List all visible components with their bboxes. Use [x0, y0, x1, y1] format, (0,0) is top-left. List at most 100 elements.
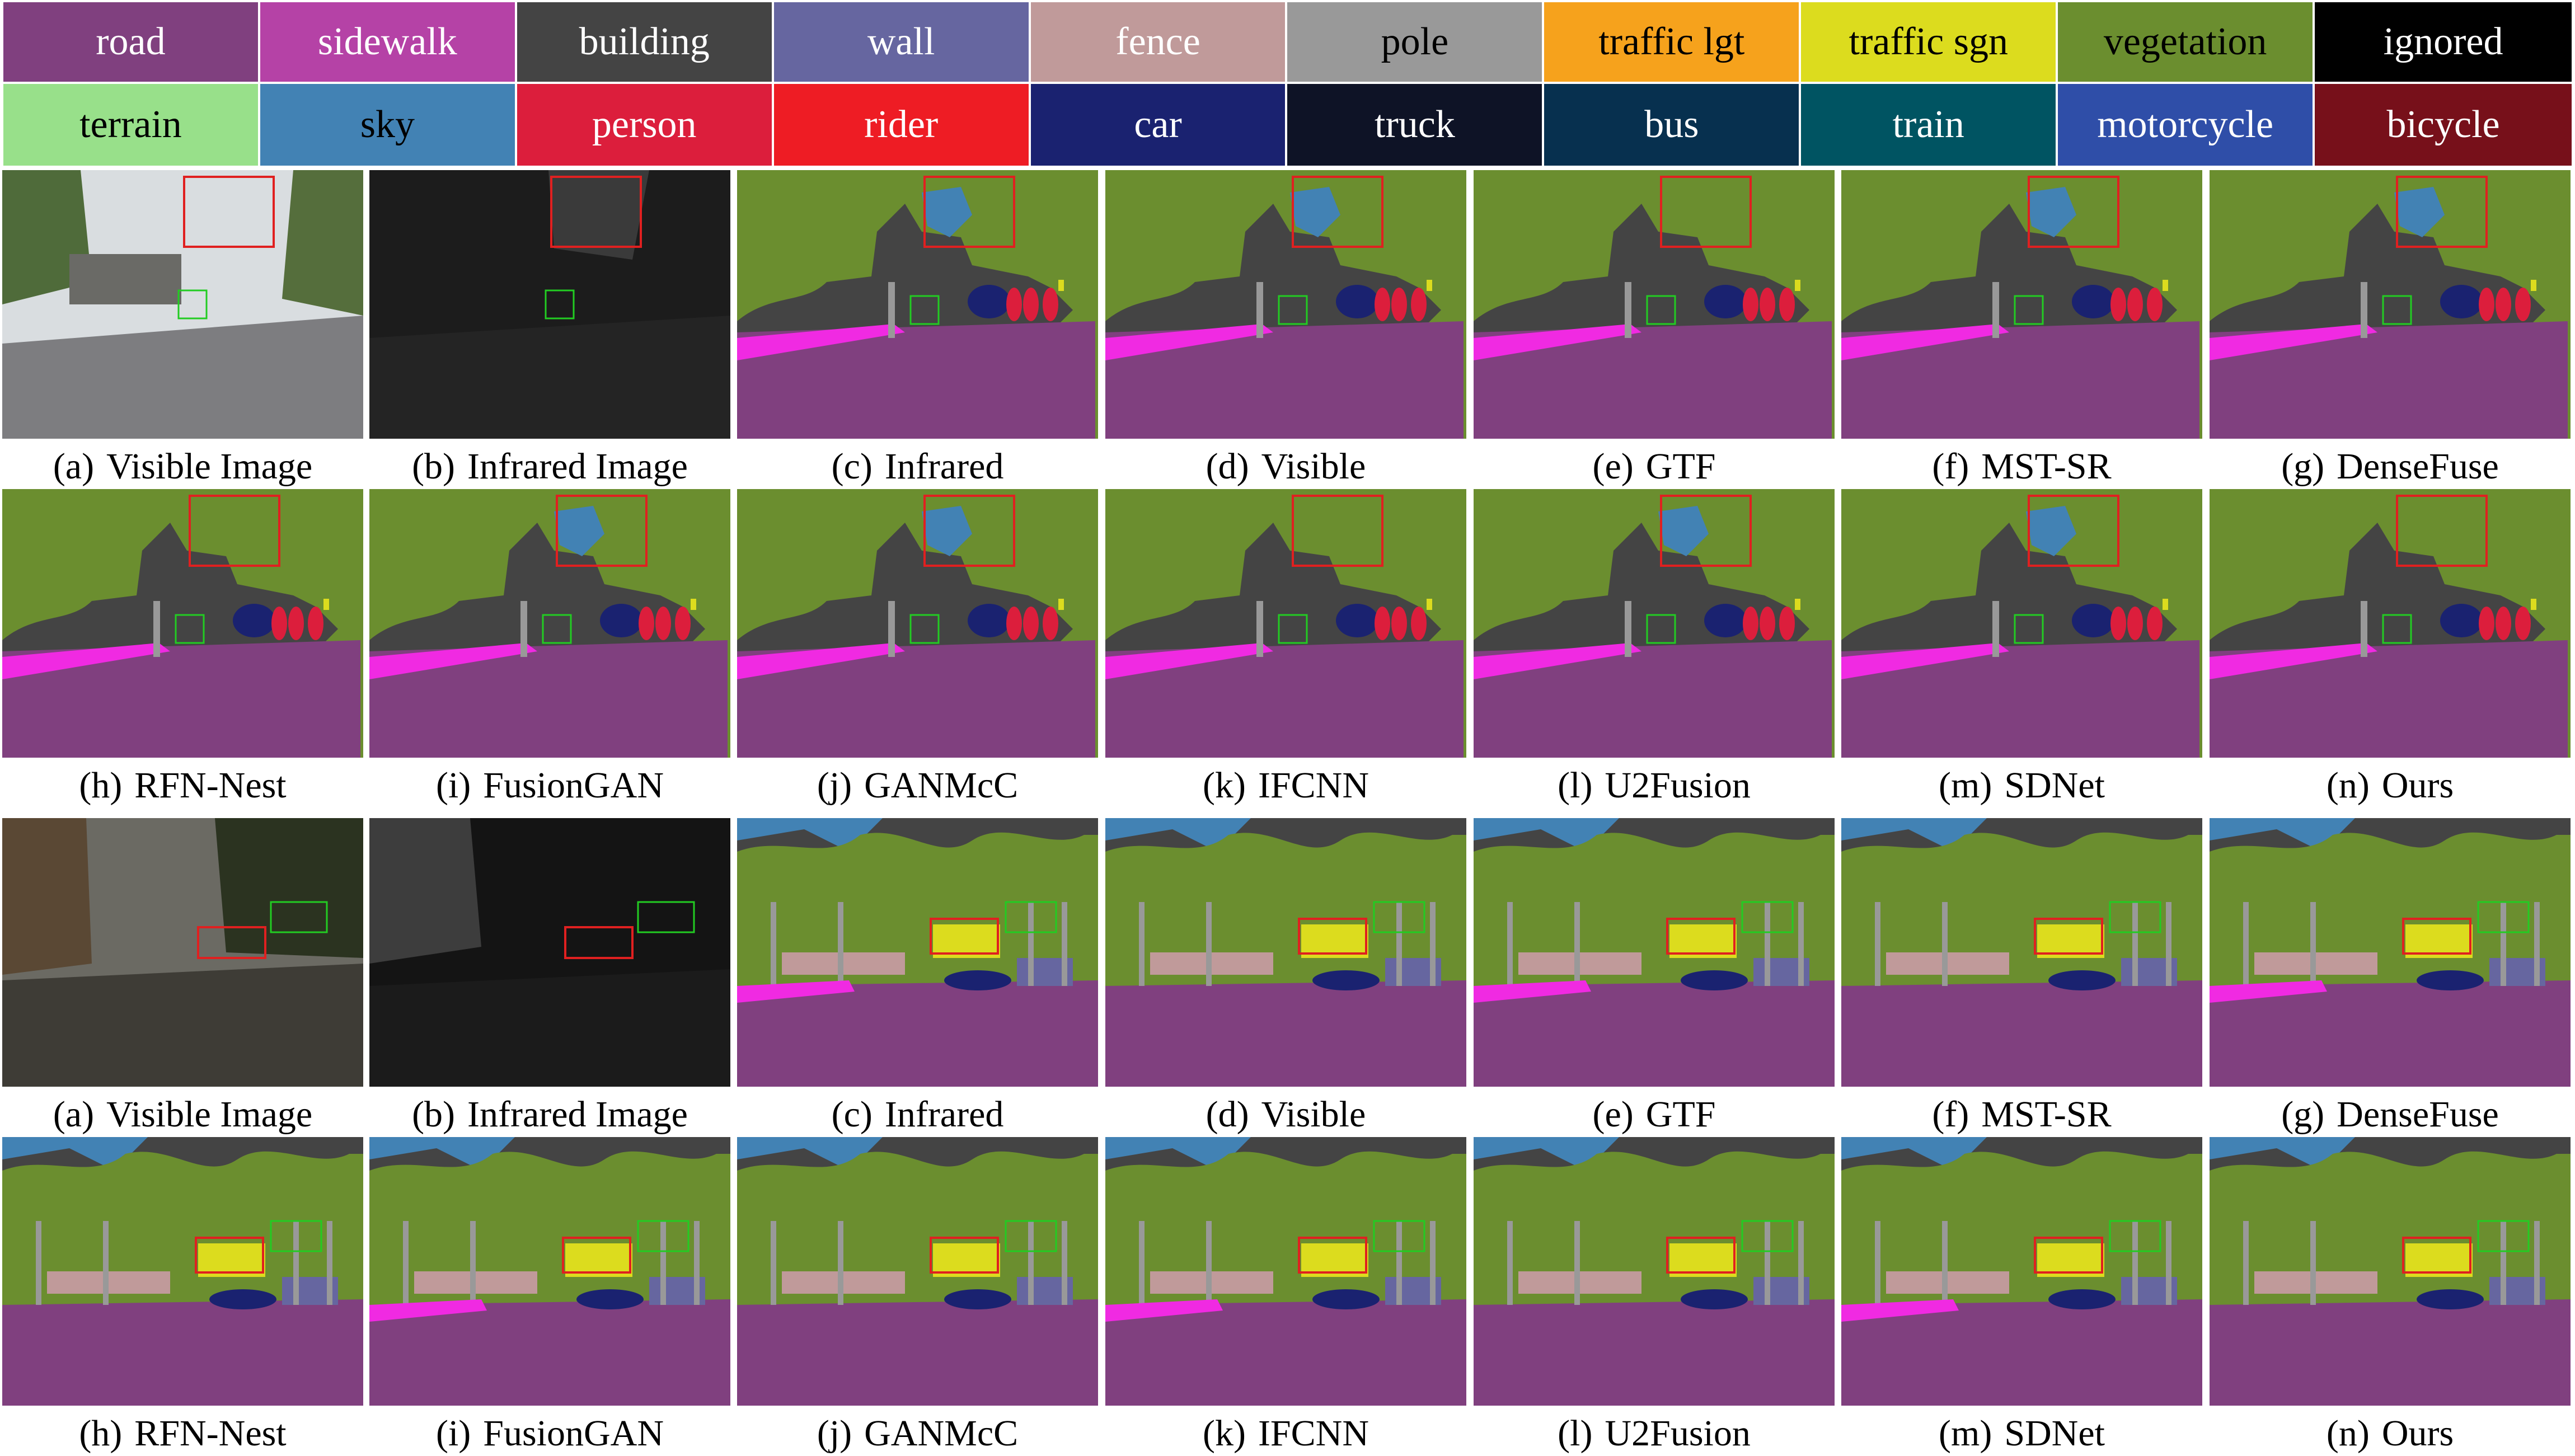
segmentation-map	[369, 489, 730, 758]
legend-entry-traffic-lgt: traffic lgt	[1544, 2, 1802, 84]
legend-entry-pole: pole	[1287, 2, 1545, 84]
segmentation-map	[2, 1137, 363, 1406]
panel-caption-method: Infrared	[884, 1094, 1004, 1135]
infrared-photo	[369, 170, 730, 439]
segmentation-map	[1841, 818, 2202, 1087]
panel-caption-index: (m)	[1939, 765, 1992, 806]
legend-label: sky	[360, 103, 415, 146]
panel-caption: (b) Infrared Image	[369, 444, 730, 489]
panel-caption: (f) MST-SR	[1841, 444, 2202, 489]
panel-caption-index: (c)	[831, 446, 873, 487]
panel-caption: (g) DenseFuse	[2210, 444, 2571, 489]
legend-label: truck	[1375, 103, 1455, 146]
panel-caption-index: (f)	[1932, 1094, 1969, 1135]
legend-entry-bus: bus	[1544, 84, 1802, 166]
panel-caption-index: (j)	[817, 1413, 852, 1454]
panel-caption-method: IFCNN	[1258, 1413, 1369, 1454]
legend-entry-car: car	[1030, 84, 1288, 166]
panel-caption-index: (d)	[1206, 446, 1249, 487]
panel-caption: (d) Visible	[1105, 444, 1466, 489]
legend-label: traffic lgt	[1598, 20, 1745, 63]
segmentation-map	[1105, 1137, 1466, 1406]
panel-caption-method: MST-SR	[1981, 446, 2112, 487]
panel-caption-index: (a)	[53, 1094, 95, 1135]
panel-caption-method: U2Fusion	[1605, 1413, 1751, 1454]
legend-entry-sky: sky	[260, 84, 517, 166]
panel-caption-method: GANMcC	[864, 1413, 1019, 1454]
segmentation-map	[2210, 489, 2571, 758]
panel-caption-index: (k)	[1202, 1413, 1246, 1454]
panel-caption: (c) Infrared	[737, 1092, 1098, 1137]
segmentation-map	[737, 489, 1098, 758]
legend-label: fence	[1115, 20, 1200, 63]
panel-caption-index: (f)	[1932, 446, 1969, 487]
legend-entry-bicycle: bicycle	[2315, 84, 2572, 166]
legend-entry-rider: rider	[773, 84, 1031, 166]
panel-caption: (l) U2Fusion	[1474, 1411, 1835, 1456]
visible-photo	[2, 818, 363, 1087]
panel-caption-index: (b)	[412, 446, 456, 487]
panel-caption-method: DenseFuse	[2337, 446, 2499, 487]
segmentation-map	[2210, 1137, 2571, 1406]
panel-caption-method: U2Fusion	[1605, 765, 1751, 806]
panel-caption-index: (l)	[1558, 765, 1593, 806]
panel-caption: (b) Infrared Image	[369, 1092, 730, 1137]
legend-entry-wall: wall	[773, 2, 1031, 84]
panel-caption-index: (e)	[1592, 446, 1634, 487]
legend-entry-vegetation: vegetation	[2058, 2, 2315, 84]
legend-entry-person: person	[517, 84, 774, 166]
panel-caption-index: (n)	[2326, 1413, 2370, 1454]
panel-caption: (n) Ours	[2210, 763, 2571, 808]
panel-caption: (d) Visible	[1105, 1092, 1466, 1137]
panel-caption: (h) RFN-Nest	[2, 1411, 363, 1456]
panel-caption-index: (m)	[1939, 1413, 1992, 1454]
legend-label: road	[96, 20, 166, 63]
segmentation-map	[737, 1137, 1098, 1406]
segmentation-map	[1474, 1137, 1835, 1406]
panel-caption: (f) MST-SR	[1841, 1092, 2202, 1137]
panel-caption: (m) SDNet	[1841, 763, 2202, 808]
panel-caption-method: Ours	[2381, 765, 2454, 806]
panel-caption-method: RFN-Nest	[134, 765, 287, 806]
panel-caption-method: MST-SR	[1981, 1094, 2112, 1135]
panel-caption-method: Visible	[1261, 1094, 1366, 1135]
legend-label: bus	[1644, 103, 1699, 146]
panel-caption-method: RFN-Nest	[134, 1413, 287, 1454]
panel-caption-method: IFCNN	[1258, 765, 1369, 806]
legend-entry-truck: truck	[1287, 84, 1545, 166]
legend-entry-road: road	[3, 2, 260, 84]
panel-caption-index: (a)	[53, 446, 95, 487]
panel-caption: (i) FusionGAN	[369, 1411, 730, 1456]
legend-label: vegetation	[2103, 20, 2267, 63]
legend-label: terrain	[79, 103, 182, 146]
panel-caption: (c) Infrared	[737, 444, 1098, 489]
legend-label: person	[592, 103, 697, 146]
panel-caption-method: DenseFuse	[2337, 1094, 2499, 1135]
panel-caption-index: (g)	[2281, 446, 2325, 487]
panel-caption-index: (c)	[831, 1094, 873, 1135]
panel-caption-method: Infrared Image	[467, 446, 688, 487]
legend-entry-ignored: ignored	[2315, 2, 2572, 84]
class-color-legend: road sidewalk building wall fence pole traffic…	[3, 2, 2572, 166]
segmentation-map	[1474, 170, 1835, 439]
segmentation-map	[2210, 818, 2571, 1087]
panel-caption: (j) GANMcC	[737, 1411, 1098, 1456]
legend-entry-fence: fence	[1030, 2, 1288, 84]
panel-caption-method: FusionGAN	[483, 765, 664, 806]
panel-caption-method: Infrared Image	[467, 1094, 688, 1135]
legend-label: train	[1892, 103, 1964, 146]
panel-caption-index: (j)	[817, 765, 852, 806]
legend-label: car	[1134, 103, 1182, 146]
panel-caption-method: Visible Image	[106, 446, 313, 487]
legend-label: ignored	[2383, 20, 2503, 63]
panel-caption: (h) RFN-Nest	[2, 763, 363, 808]
panel-caption-index: (g)	[2281, 1094, 2325, 1135]
segmentation-comparison-grid: (a) Visible Image (b) Infrared Image (c) Infr…	[0, 168, 2575, 1454]
segmentation-map	[1474, 818, 1835, 1087]
legend-label: sidewalk	[317, 20, 457, 63]
infrared-photo	[369, 818, 730, 1087]
panel-caption-method: Ours	[2381, 1413, 2454, 1454]
panel-caption: (e) GTF	[1474, 1092, 1835, 1137]
panel-caption-method: GTF	[1645, 446, 1716, 487]
panel-caption-index: (h)	[79, 1413, 123, 1454]
